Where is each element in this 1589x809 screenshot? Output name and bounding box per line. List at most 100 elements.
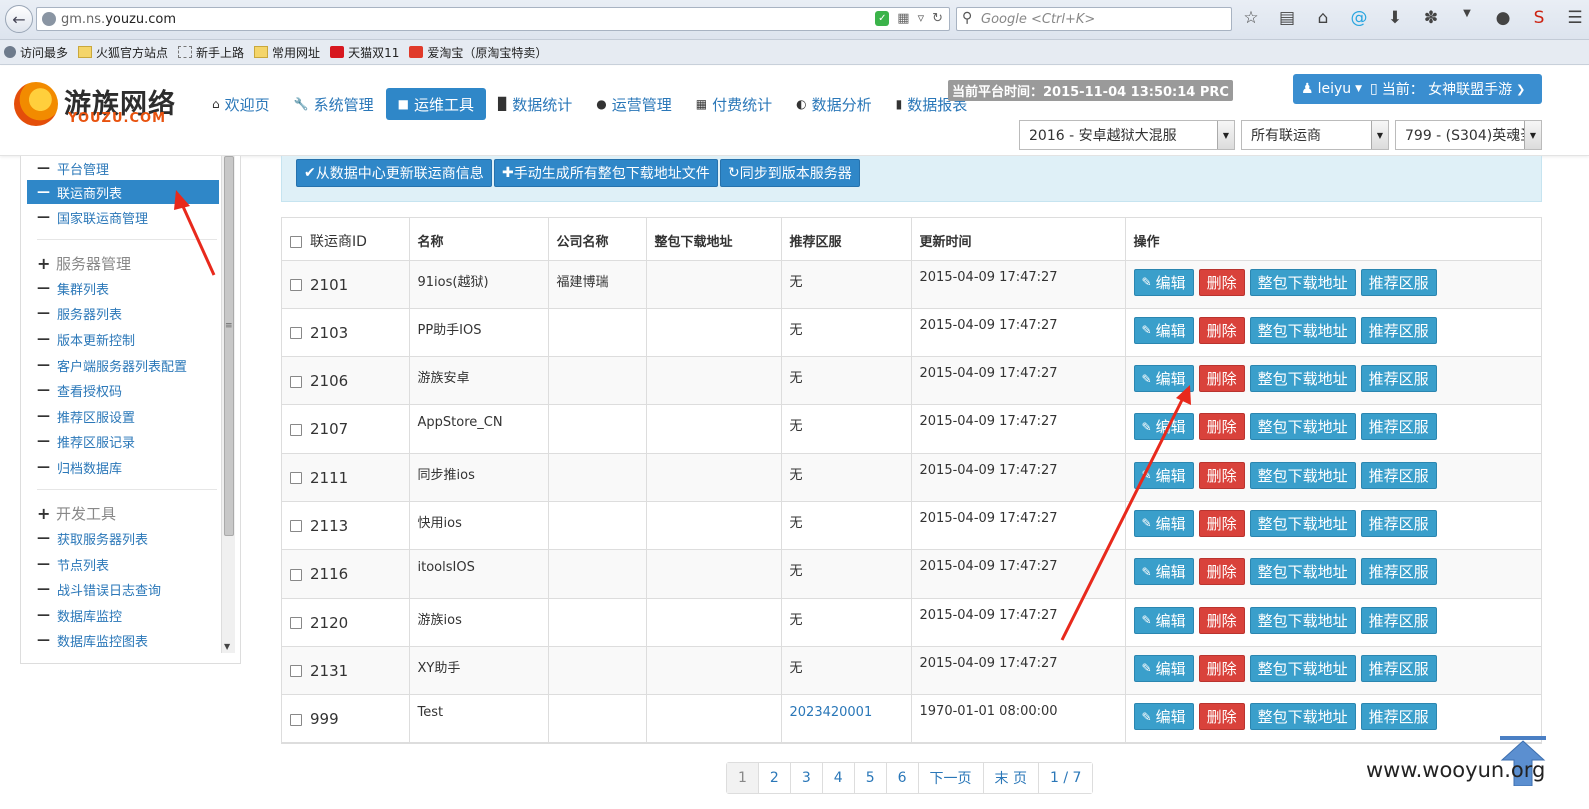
dropdown-icon[interactable]: ▿ (918, 11, 925, 26)
row-checkbox[interactable] (290, 327, 302, 340)
sidebar-item-recommend-setting[interactable]: — 推荐区服设置 (27, 404, 219, 428)
delete-button[interactable]: 删除 (1198, 606, 1245, 634)
sidebar-item-server-list[interactable]: — 服务器列表 (27, 301, 219, 325)
next-page[interactable]: 下一页 (918, 763, 984, 793)
row-checkbox[interactable] (290, 568, 302, 581)
sidebar-item-fetch-server-list[interactable]: — 获取服务器列表 (27, 526, 219, 550)
reload-icon[interactable]: ↻ (932, 11, 943, 26)
bookmark-common-sites[interactable]: 常用网址 (254, 44, 320, 61)
user-menu-button[interactable]: ♟ leiyu ▼ (1293, 74, 1371, 104)
reading-list-icon[interactable]: ▤ (1276, 8, 1298, 28)
sidebar-item-db-monitor-chart[interactable]: — 数据库监控图表 (27, 628, 219, 652)
bookmark-tmall[interactable]: 天猫双11 (330, 44, 399, 61)
at-icon[interactable]: @ (1348, 8, 1370, 28)
bookmark-most-visited[interactable]: 访问最多 (4, 44, 68, 61)
edit-button[interactable]: ✎ 编辑 (1133, 316, 1194, 344)
delete-button[interactable]: 删除 (1198, 654, 1245, 682)
edit-button[interactable]: ✎ 编辑 (1133, 558, 1194, 586)
row-checkbox[interactable] (290, 713, 302, 726)
page-1[interactable]: 1 (727, 763, 759, 793)
generate-download-files-button[interactable]: ✚ 手动生成所有整包下载地址文件 (494, 159, 718, 187)
delete-button[interactable]: 删除 (1198, 703, 1245, 731)
plugin-icon[interactable]: ✽ (1420, 8, 1442, 28)
edit-button[interactable]: ✎ 编辑 (1133, 509, 1194, 537)
delete-button[interactable]: 删除 (1198, 461, 1245, 489)
delete-button[interactable]: 删除 (1198, 413, 1245, 441)
download-address-button[interactable]: 整包下载地址 (1249, 654, 1356, 682)
edit-button[interactable]: ✎ 编辑 (1133, 365, 1194, 393)
edit-button[interactable]: ✎ 编辑 (1133, 654, 1194, 682)
row-checkbox[interactable] (290, 665, 302, 678)
edit-button[interactable]: ✎ 编辑 (1133, 413, 1194, 441)
qr-icon[interactable]: ▦ (897, 11, 909, 26)
sync-version-server-button[interactable]: ↻ 同步到版本服务器 (720, 159, 860, 187)
shield-icon[interactable]: ✓ (875, 11, 890, 26)
star-icon[interactable]: ☆ (1240, 8, 1262, 28)
sidebar-item-version-control[interactable]: — 版本更新控制 (27, 327, 219, 351)
address-bar[interactable]: gm.ns.youzu.com ✓ ▦ ▿ ↻ (36, 7, 950, 31)
sidebar-item-country-channel[interactable]: — 国家联运商管理 (27, 205, 219, 229)
nav-data-stats[interactable]: ▉ 数据统计 (486, 88, 584, 120)
game-select[interactable]: 2016 - 安卓越狱大混服 ▼ (1019, 120, 1235, 150)
recommend-server-button[interactable]: 推荐区服 (1360, 654, 1437, 682)
sidebar-group-server[interactable]: + 服务器管理 (27, 251, 219, 275)
sidebar-item-archive-db[interactable]: — 归档数据库 (27, 455, 219, 479)
delete-button[interactable]: 删除 (1198, 558, 1245, 586)
menu-dropdown-icon[interactable]: ▼ (1456, 8, 1478, 28)
select-all-checkbox[interactable] (290, 236, 302, 248)
page-3[interactable]: 3 (790, 763, 823, 793)
sidebar-item-recommend-log[interactable]: — 推荐区服记录 (27, 429, 219, 453)
sidebar-scrollbar[interactable]: ≡ ▼ (221, 156, 235, 653)
row-checkbox[interactable] (290, 375, 302, 388)
page-6[interactable]: 6 (886, 763, 919, 793)
sidebar-group-dev[interactable]: + 开发工具 (27, 501, 219, 525)
delete-button[interactable]: 删除 (1198, 365, 1245, 393)
bookmark-firefox-site[interactable]: 火狐官方站点 (78, 44, 168, 61)
chat-icon[interactable]: ● (1492, 8, 1514, 28)
row-checkbox[interactable] (290, 472, 302, 485)
download-address-button[interactable]: 整包下载地址 (1249, 316, 1356, 344)
edit-button[interactable]: ✎ 编辑 (1133, 703, 1194, 731)
download-address-button[interactable]: 整包下载地址 (1249, 558, 1356, 586)
nav-ops-tools[interactable]: ■ 运维工具 (385, 88, 486, 120)
channel-select[interactable]: 所有联运商 ▼ (1241, 120, 1389, 150)
recommend-server-button[interactable]: 推荐区服 (1360, 461, 1437, 489)
row-checkbox[interactable] (290, 520, 302, 533)
recommend-server-button[interactable]: 推荐区服 (1360, 558, 1437, 586)
recommend-server-button[interactable]: 推荐区服 (1360, 413, 1437, 441)
home-icon[interactable]: ⌂ (1312, 8, 1334, 28)
row-checkbox[interactable] (290, 279, 302, 291)
back-arrow-icon[interactable]: ← (5, 5, 33, 33)
recommend-server-button[interactable]: 推荐区服 (1360, 365, 1437, 393)
recommend-server-button[interactable]: 推荐区服 (1360, 268, 1437, 296)
nav-data-analysis[interactable]: ◐ 数据分析 (784, 88, 884, 120)
download-address-button[interactable]: 整包下载地址 (1249, 509, 1356, 537)
download-address-button[interactable]: 整包下载地址 (1249, 413, 1356, 441)
search-box[interactable]: ⚲ Google <Ctrl+K> (956, 7, 1232, 31)
download-address-button[interactable]: 整包下载地址 (1249, 461, 1356, 489)
row-checkbox[interactable] (290, 617, 302, 630)
page-2[interactable]: 2 (758, 763, 791, 793)
sidebar-item-cluster-list[interactable]: — 集群列表 (27, 276, 219, 300)
recommend-server-button[interactable]: 推荐区服 (1360, 606, 1437, 634)
nav-operations[interactable]: ● 运营管理 (584, 88, 684, 120)
bookmark-taobao[interactable]: 爱淘宝（原淘宝特卖） (409, 44, 547, 61)
scroll-down-icon[interactable]: ▼ (224, 642, 230, 651)
platform-menu-button[interactable]: ▯ 当前： 女神联盟手游 ❯ (1362, 74, 1542, 104)
scrollbar-thumb[interactable] (224, 156, 234, 536)
page-4[interactable]: 4 (822, 763, 855, 793)
sidebar-item-channel-list[interactable]: — 联运商列表 (27, 180, 219, 204)
download-address-button[interactable]: 整包下载地址 (1249, 606, 1356, 634)
download-address-button[interactable]: 整包下载地址 (1249, 703, 1356, 731)
recommend-server-button[interactable]: 推荐区服 (1360, 316, 1437, 344)
delete-button[interactable]: 删除 (1198, 268, 1245, 296)
edit-button[interactable]: ✎ 编辑 (1133, 268, 1194, 296)
sidebar-item-client-server-config[interactable]: — 客户端服务器列表配置 (27, 353, 219, 377)
last-page[interactable]: 末 页 (983, 763, 1039, 793)
nav-system[interactable]: 🔧 系统管理 (282, 88, 386, 120)
update-from-datacenter-button[interactable]: ✔ 从数据中心更新联运商信息 (296, 159, 492, 187)
youzu-logo[interactable]: 游族网络 YOUZU.COM (14, 80, 190, 128)
sidebar-item-node-list[interactable]: — 节点列表 (27, 552, 219, 576)
delete-button[interactable]: 删除 (1198, 509, 1245, 537)
row-checkbox[interactable] (290, 423, 302, 436)
